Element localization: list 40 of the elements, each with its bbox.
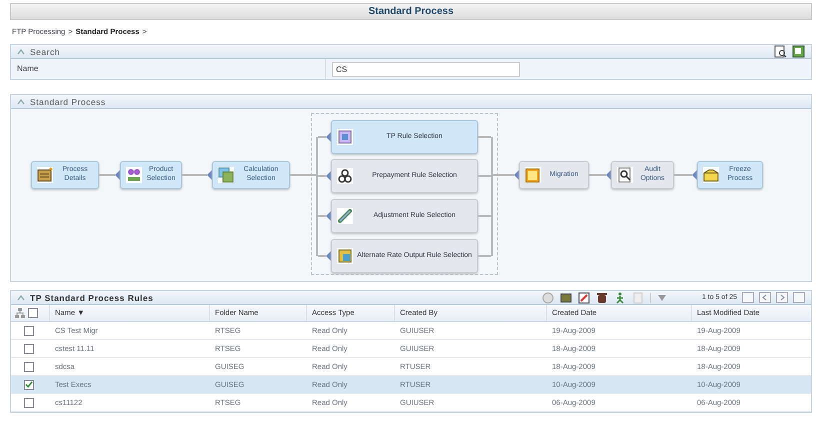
connector-arrow — [318, 171, 331, 181]
filter-icon[interactable] — [656, 292, 667, 302]
connector-arrow — [493, 170, 519, 180]
previous-page-icon[interactable] — [759, 292, 771, 303]
search-icon[interactable] — [774, 45, 787, 58]
name-field[interactable]: CS — [332, 62, 520, 76]
connector-arrow — [589, 170, 611, 180]
row-checkbox[interactable] — [24, 326, 34, 336]
rings-icon — [337, 168, 353, 184]
collapse-icon[interactable] — [17, 48, 25, 54]
collapse-icon[interactable] — [17, 98, 25, 104]
connector-arrow — [318, 211, 331, 221]
row-checkbox[interactable] — [24, 398, 34, 408]
field-label: Name — [11, 59, 326, 79]
next-page-icon[interactable] — [776, 292, 788, 303]
connector-arrow — [182, 170, 212, 180]
notepad-icon — [37, 167, 53, 183]
collapse-icon[interactable] — [17, 294, 25, 300]
connector-arrow — [99, 170, 120, 180]
run-icon[interactable] — [614, 292, 626, 304]
select-all-checkbox[interactable] — [28, 308, 38, 318]
page-title: Standard Process — [10, 3, 812, 20]
panel-title: Search — [30, 46, 60, 56]
folder-icon — [703, 167, 719, 183]
panel-title: TP Standard Process Rules — [30, 292, 154, 302]
hierarchy-icon[interactable] — [15, 308, 25, 318]
connector-arrow — [318, 251, 331, 261]
flower-icon — [126, 167, 142, 183]
edit-icon[interactable] — [578, 292, 590, 304]
reset-icon[interactable] — [792, 45, 805, 58]
card-icon — [337, 129, 353, 145]
magnifier-icon — [617, 167, 633, 183]
row-checkbox[interactable] — [24, 380, 34, 390]
note-icon — [525, 167, 541, 183]
row-checkbox[interactable] — [24, 344, 34, 354]
connector-arrow — [674, 170, 697, 180]
row-checkbox[interactable] — [24, 362, 34, 372]
window-icon — [218, 167, 234, 183]
connector-arrow — [318, 132, 331, 142]
panel-title: Standard Process — [30, 96, 106, 106]
